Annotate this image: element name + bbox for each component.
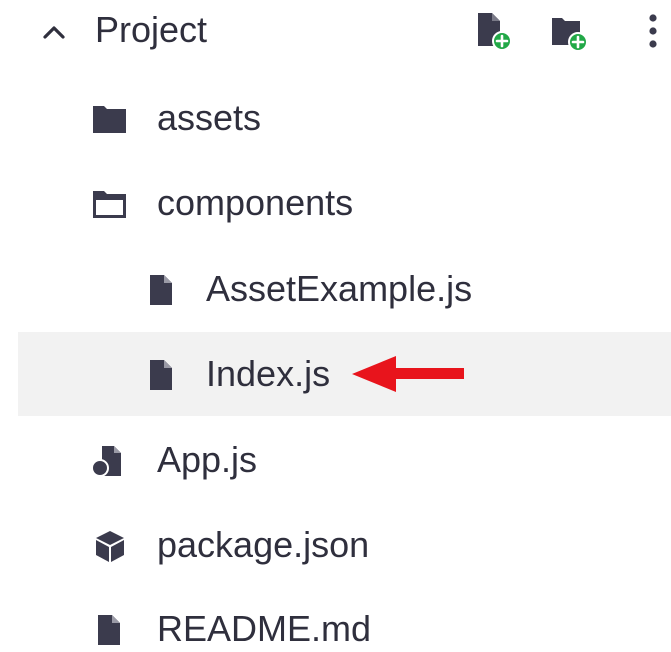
file-icon <box>90 613 130 647</box>
project-title[interactable]: Project <box>95 10 207 50</box>
file-icon <box>142 273 182 307</box>
tree-item-label: README.md <box>157 608 372 649</box>
tree-item-assets[interactable]: assets <box>18 76 671 160</box>
folder-add-icon[interactable] <box>547 10 588 52</box>
more-vertical-icon[interactable] <box>640 10 666 52</box>
project-header: Project <box>0 0 671 64</box>
tree-item-label: Index.js <box>206 353 331 394</box>
tree-item-label: assets <box>157 97 262 138</box>
red-arrow-icon <box>350 354 470 394</box>
tree-item-index-js[interactable]: Index.js <box>18 332 671 416</box>
tree-item-package-json[interactable]: package.json <box>18 503 671 587</box>
file-icon <box>142 358 182 392</box>
tree-item-label: components <box>157 182 354 223</box>
tree-item-app-js[interactable]: App.js <box>18 418 671 502</box>
tree-item-components[interactable]: components <box>18 161 671 245</box>
entry-file-icon <box>90 444 130 478</box>
file-add-icon[interactable] <box>472 10 512 52</box>
chevron-up-icon[interactable] <box>40 18 68 46</box>
tree-item-readme-md[interactable]: README.md <box>18 587 671 649</box>
tree-item-label: package.json <box>157 524 370 565</box>
tree-item-label: AssetExample.js <box>206 268 473 309</box>
tree-item-assetexample-js[interactable]: AssetExample.js <box>18 247 671 331</box>
folder-icon <box>90 102 130 136</box>
tree-item-label: App.js <box>157 439 258 480</box>
package-icon <box>90 529 130 563</box>
folder-open-icon <box>90 187 130 221</box>
